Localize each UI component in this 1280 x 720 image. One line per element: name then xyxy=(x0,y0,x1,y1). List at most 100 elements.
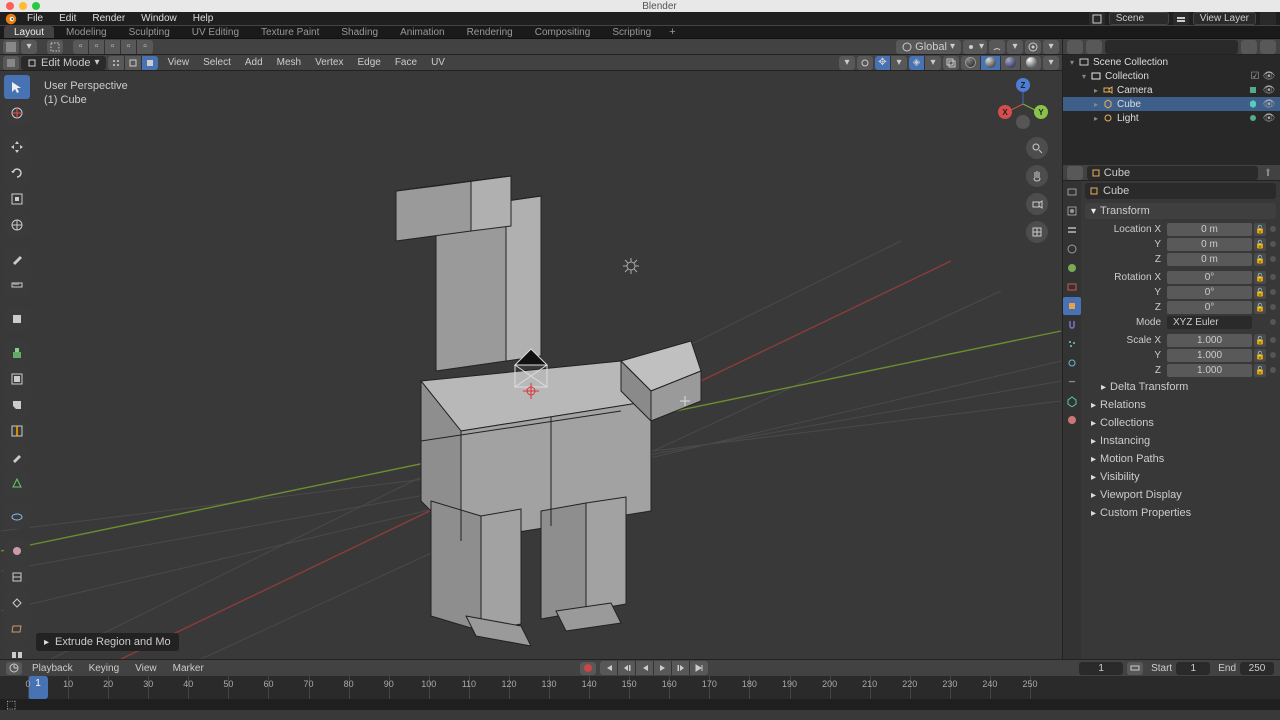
playhead[interactable]: 1 xyxy=(28,676,48,699)
tool-polybuild[interactable] xyxy=(4,471,30,495)
window-zoom-icon[interactable] xyxy=(32,2,40,10)
keyframe-prev-icon[interactable] xyxy=(618,661,636,675)
shading-solid-icon[interactable] xyxy=(981,56,1001,70)
current-frame-field[interactable]: 1 xyxy=(1079,662,1123,675)
tab-animation[interactable]: Animation xyxy=(390,26,454,38)
select-mode-subtract-icon[interactable]: ▫ xyxy=(105,40,121,54)
ptab-scene-icon[interactable] xyxy=(1063,240,1081,258)
end-frame-field[interactable]: 250 xyxy=(1240,662,1274,675)
scale-z-lock-icon[interactable]: 🔓 xyxy=(1254,364,1266,377)
loc-x-anim-icon[interactable] xyxy=(1270,226,1276,232)
collection-visibility-icon[interactable]: 👁 xyxy=(1262,71,1276,82)
tool-transform[interactable] xyxy=(4,213,30,237)
camera-view-icon[interactable] xyxy=(1026,193,1048,215)
pivot-icon[interactable]: ▾ xyxy=(963,40,987,54)
rot-y-lock-icon[interactable]: 🔓 xyxy=(1254,286,1266,299)
outliner-search[interactable] xyxy=(1105,40,1238,54)
ptab-output-icon[interactable] xyxy=(1063,202,1081,220)
jump-start-icon[interactable] xyxy=(600,661,618,675)
gizmo-z-icon[interactable]: Z xyxy=(1016,78,1030,92)
ptab-data-icon[interactable] xyxy=(1063,392,1081,410)
select-mode-new-icon[interactable]: ▫ xyxy=(73,40,89,54)
rot-z-anim-icon[interactable] xyxy=(1270,304,1276,310)
outliner-item-cube[interactable]: Cube xyxy=(1117,99,1246,110)
tab-texture-paint[interactable]: Texture Paint xyxy=(251,26,329,38)
blender-logo-icon[interactable] xyxy=(4,12,18,26)
ptab-world-icon[interactable] xyxy=(1063,259,1081,277)
tab-sculpting[interactable]: Sculpting xyxy=(119,26,180,38)
ptab-object-icon[interactable] xyxy=(1063,297,1081,315)
tool-cursor[interactable] xyxy=(4,101,30,125)
viewlayer-field[interactable]: View Layer xyxy=(1193,12,1256,25)
scene-icon[interactable] xyxy=(1089,12,1105,25)
ptab-constraints-icon[interactable] xyxy=(1063,373,1081,391)
loc-x-field[interactable]: 0 m xyxy=(1167,223,1252,236)
outliner-collection[interactable]: Collection xyxy=(1105,71,1248,82)
editor-type-icon[interactable] xyxy=(3,40,19,54)
xray-toggle-icon[interactable] xyxy=(943,56,959,70)
scene-field[interactable]: Scene xyxy=(1109,12,1169,25)
autokey-icon[interactable] xyxy=(580,662,596,675)
menu-help[interactable]: Help xyxy=(186,13,221,24)
menu-window[interactable]: Window xyxy=(134,13,184,24)
gizmo-neg-z-icon[interactable] xyxy=(1016,115,1030,129)
start-frame-field[interactable]: 1 xyxy=(1176,662,1210,675)
panel-collections[interactable]: ▸ Collections xyxy=(1085,415,1276,431)
shading-matprev-icon[interactable] xyxy=(1001,56,1021,70)
scale-y-lock-icon[interactable]: 🔓 xyxy=(1254,349,1266,362)
overlay-toggle-icon[interactable]: ◈ xyxy=(909,56,925,70)
tool-smooth[interactable] xyxy=(4,539,30,563)
drag-select-icon[interactable] xyxy=(47,40,63,54)
menu-file[interactable]: File xyxy=(20,13,50,24)
tl-menu-playback[interactable]: Playback xyxy=(26,662,79,675)
tl-menu-view[interactable]: View xyxy=(129,662,163,675)
tab-compositing[interactable]: Compositing xyxy=(525,26,601,38)
window-close-icon[interactable] xyxy=(6,2,14,10)
rot-x-anim-icon[interactable] xyxy=(1270,274,1276,280)
snap-target-icon[interactable]: ▾ xyxy=(1007,40,1023,54)
panel-visibility[interactable]: ▸ Visibility xyxy=(1085,469,1276,485)
tool-rip[interactable] xyxy=(4,643,30,659)
menu-edit[interactable]: Edit xyxy=(52,13,83,24)
workspace-add-icon[interactable]: + xyxy=(663,26,681,38)
proportional-icon[interactable] xyxy=(1025,40,1041,54)
ptab-viewlayer-icon[interactable] xyxy=(1063,221,1081,239)
visibility-icon[interactable] xyxy=(857,56,873,70)
tool-settings-icon[interactable]: ▾ xyxy=(21,40,37,54)
play-reverse-icon[interactable] xyxy=(636,661,654,675)
edge-select-icon[interactable] xyxy=(125,56,142,70)
outliner-item-camera[interactable]: Camera xyxy=(1117,85,1246,96)
scale-y-field[interactable]: 1.000 xyxy=(1167,349,1252,362)
play-icon[interactable] xyxy=(654,661,672,675)
rot-y-anim-icon[interactable] xyxy=(1270,289,1276,295)
loc-y-anim-icon[interactable] xyxy=(1270,241,1276,247)
properties-datablock[interactable]: Cube xyxy=(1085,183,1276,199)
rot-mode-anim-icon[interactable] xyxy=(1270,319,1276,325)
pan-icon[interactable] xyxy=(1026,165,1048,187)
zoom-icon[interactable] xyxy=(1026,137,1048,159)
gizmo-x-icon[interactable]: X xyxy=(998,105,1012,119)
tab-rendering[interactable]: Rendering xyxy=(457,26,523,38)
tl-menu-keying[interactable]: Keying xyxy=(83,662,126,675)
scale-x-lock-icon[interactable]: 🔓 xyxy=(1254,334,1266,347)
menu-render[interactable]: Render xyxy=(85,13,132,24)
panel-delta-transform[interactable]: ▸ Delta Transform xyxy=(1085,379,1276,395)
editor-type-3dview-icon[interactable] xyxy=(3,56,19,70)
ptab-render-icon[interactable] xyxy=(1063,183,1081,201)
ptab-collection-icon[interactable] xyxy=(1063,278,1081,296)
vp-menu-add[interactable]: Add xyxy=(239,56,269,70)
scale-x-anim-icon[interactable] xyxy=(1270,337,1276,343)
vertex-select-icon[interactable] xyxy=(108,56,125,70)
tab-shading[interactable]: Shading xyxy=(331,26,388,38)
loc-z-field[interactable]: 0 m xyxy=(1167,253,1252,266)
timeline-track[interactable]: 1 01020304050607080901001101201301401501… xyxy=(0,676,1280,699)
tool-spin[interactable] xyxy=(4,505,30,529)
scale-z-anim-icon[interactable] xyxy=(1270,367,1276,373)
loc-y-lock-icon[interactable]: 🔓 xyxy=(1254,238,1266,251)
rot-x-lock-icon[interactable]: 🔓 xyxy=(1254,271,1266,284)
tool-add-cube[interactable] xyxy=(4,307,30,331)
tool-move[interactable] xyxy=(4,135,30,159)
tool-annotate[interactable] xyxy=(4,247,30,271)
scale-z-field[interactable]: 1.000 xyxy=(1167,364,1252,377)
panel-viewport-display[interactable]: ▸ Viewport Display xyxy=(1085,487,1276,503)
